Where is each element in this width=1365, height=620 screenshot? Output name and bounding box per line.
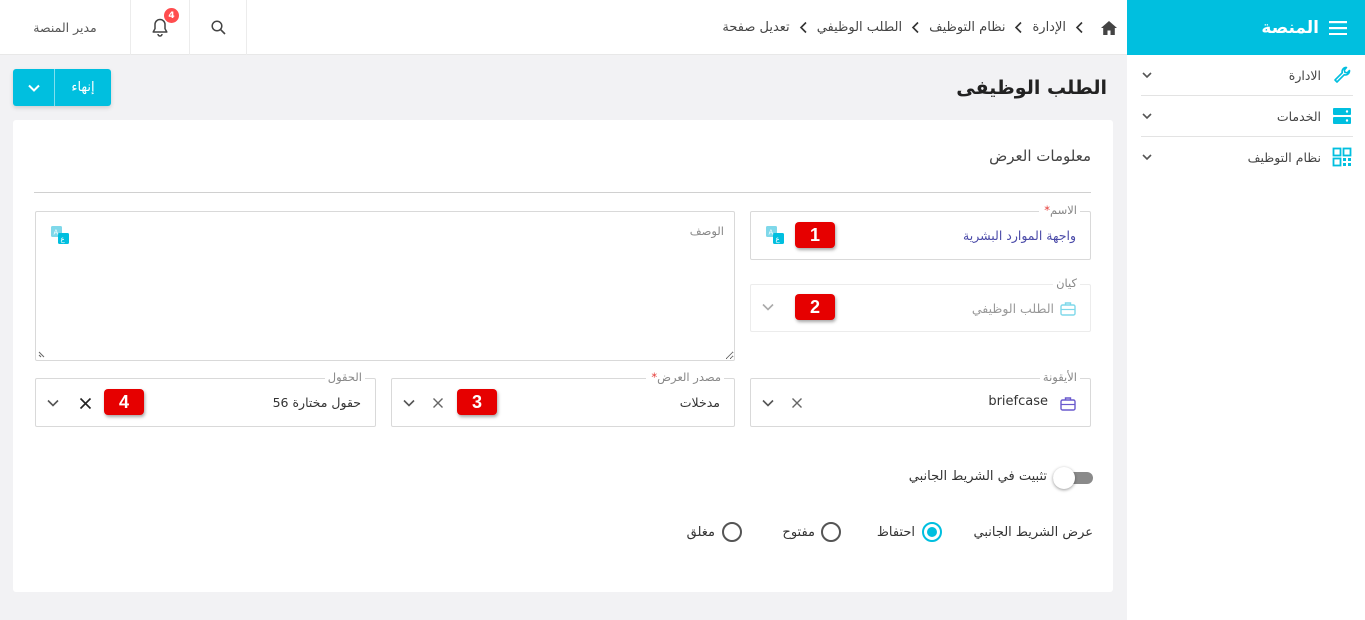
entity-select[interactable]: كيان الطلب الوظيفي 2: [750, 276, 1091, 332]
display-source-select[interactable]: *مصدر العرض مدخلات 3: [391, 370, 735, 427]
chevron-left-icon: [799, 21, 808, 34]
clear-icon[interactable]: [432, 397, 444, 409]
breadcrumb: الإدارة نظام التوظيف الطلب الوظيفي تعديل…: [722, 0, 1117, 55]
fields-value: 56 حقول مختارة: [272, 395, 361, 410]
sidebar-display-label: عرض الشريط الجانبي: [973, 525, 1093, 540]
translate-icon[interactable]: Aع: [765, 225, 785, 245]
toggle-knob: [1053, 467, 1075, 489]
section-title: معلومات العرض: [989, 147, 1091, 165]
svg-text:A: A: [54, 229, 59, 237]
description-textarea[interactable]: [36, 212, 734, 360]
bell-icon: 4: [151, 8, 179, 37]
breadcrumb-item[interactable]: نظام التوظيف: [929, 20, 1005, 35]
radio-closed-label[interactable]: مغلق: [687, 525, 715, 540]
icon-field-label: الأيقونة: [1039, 370, 1080, 384]
sidebar-item-recruitment[interactable]: نظام التوظيف: [1141, 137, 1353, 177]
sidebar-header: المنصة: [1127, 0, 1365, 55]
clear-icon[interactable]: [791, 397, 803, 409]
chevron-down-icon[interactable]: [761, 398, 775, 408]
chevron-left-icon: [1014, 21, 1023, 34]
section-divider: [34, 192, 1091, 193]
pin-sidebar-label: تثبيت في الشريط الجانبي: [908, 469, 1047, 484]
icon-select[interactable]: الأيقونة briefcase: [750, 370, 1091, 427]
entity-placeholder: الطلب الوظيفي: [971, 301, 1054, 316]
top-bar: الإدارة نظام التوظيف الطلب الوظيفي تعديل…: [0, 0, 1127, 55]
radio-open-label[interactable]: مفتوح: [782, 525, 815, 540]
display-source-value: مدخلات: [679, 395, 720, 410]
name-field[interactable]: *الاسم واجهة الموارد البشرية Aع 1: [750, 203, 1091, 260]
notification-badge: 4: [164, 8, 179, 23]
chevron-down-icon[interactable]: [1141, 69, 1153, 81]
search-icon: [210, 20, 226, 35]
chevron-down-icon[interactable]: [761, 302, 775, 312]
pin-sidebar-toggle[interactable]: [1053, 467, 1093, 489]
finish-split-button[interactable]: إنهاء: [13, 69, 111, 106]
annotation-marker: 2: [795, 294, 835, 320]
server-icon: [1331, 105, 1353, 127]
sidebar-item-label: الادارة: [1288, 67, 1321, 83]
qr-code-icon: [1331, 146, 1353, 168]
breadcrumb-item[interactable]: الإدارة: [1032, 20, 1066, 35]
radio-keep[interactable]: [922, 522, 942, 542]
annotation-marker: 3: [457, 389, 497, 415]
chevron-left-icon: [911, 21, 920, 34]
home-icon[interactable]: [1101, 20, 1117, 35]
chevron-down-icon[interactable]: [1141, 151, 1153, 163]
sidebar-item-label: الخدمات: [1276, 108, 1321, 124]
radio-keep-label[interactable]: احتفاظ: [877, 525, 915, 540]
fields-select[interactable]: الحقول 56 حقول مختارة 4: [35, 370, 376, 427]
entity-field-label: كيان: [1053, 276, 1080, 290]
radio-closed[interactable]: [722, 522, 742, 542]
wrench-icon: [1331, 64, 1353, 86]
sidebar-item-label: نظام التوظيف: [1247, 149, 1321, 165]
form-card: معلومات العرض *الاسم واجهة الموارد البشر…: [13, 120, 1113, 592]
svg-text:A: A: [769, 229, 774, 237]
chevron-down-icon[interactable]: [46, 398, 60, 408]
display-source-label: *مصدر العرض: [646, 370, 724, 384]
translate-icon[interactable]: Aع: [50, 225, 70, 245]
radio-open[interactable]: [821, 522, 841, 542]
clear-icon[interactable]: [79, 397, 92, 410]
breadcrumb-item[interactable]: الطلب الوظيفي: [817, 20, 902, 35]
chevron-down-icon: [27, 83, 41, 93]
menu-icon[interactable]: [1329, 20, 1347, 35]
breadcrumb-current: تعديل صفحة: [722, 20, 790, 35]
notifications-button[interactable]: 4: [130, 0, 189, 55]
sidebar-title: المنصة: [1261, 17, 1319, 38]
annotation-marker: 1: [795, 222, 835, 248]
chevron-down-icon[interactable]: [1141, 110, 1153, 122]
chevron-down-icon[interactable]: [402, 398, 416, 408]
sidebar: المنصة الادارة الخدمات نظام التوظيف: [1127, 0, 1365, 620]
finish-button[interactable]: إنهاء: [55, 69, 111, 106]
fields-label: الحقول: [324, 370, 365, 384]
sidebar-item-services[interactable]: الخدمات: [1141, 96, 1353, 136]
finish-button-label: إنهاء: [71, 80, 95, 95]
description-label: الوصف: [689, 224, 724, 238]
chevron-left-icon: [1075, 21, 1084, 34]
user-menu[interactable]: مدير المنصة: [0, 0, 130, 55]
resize-handle-icon[interactable]: [38, 349, 47, 358]
page-title: الطلب الوظيفى: [956, 77, 1107, 99]
sidebar-item-administration[interactable]: الادارة: [1141, 55, 1353, 95]
search-button[interactable]: [189, 0, 247, 55]
name-field-value: واجهة الموارد البشرية: [963, 228, 1076, 243]
finish-dropdown-toggle[interactable]: [13, 69, 55, 106]
briefcase-icon: [1060, 396, 1076, 411]
annotation-marker: 4: [104, 389, 144, 415]
name-field-label: *الاسم: [1039, 203, 1080, 217]
user-label: مدير المنصة: [33, 20, 97, 35]
icon-field-value: briefcase: [988, 394, 1048, 409]
description-field[interactable]: الوصف Aع: [35, 211, 735, 361]
briefcase-icon: [1060, 301, 1076, 316]
